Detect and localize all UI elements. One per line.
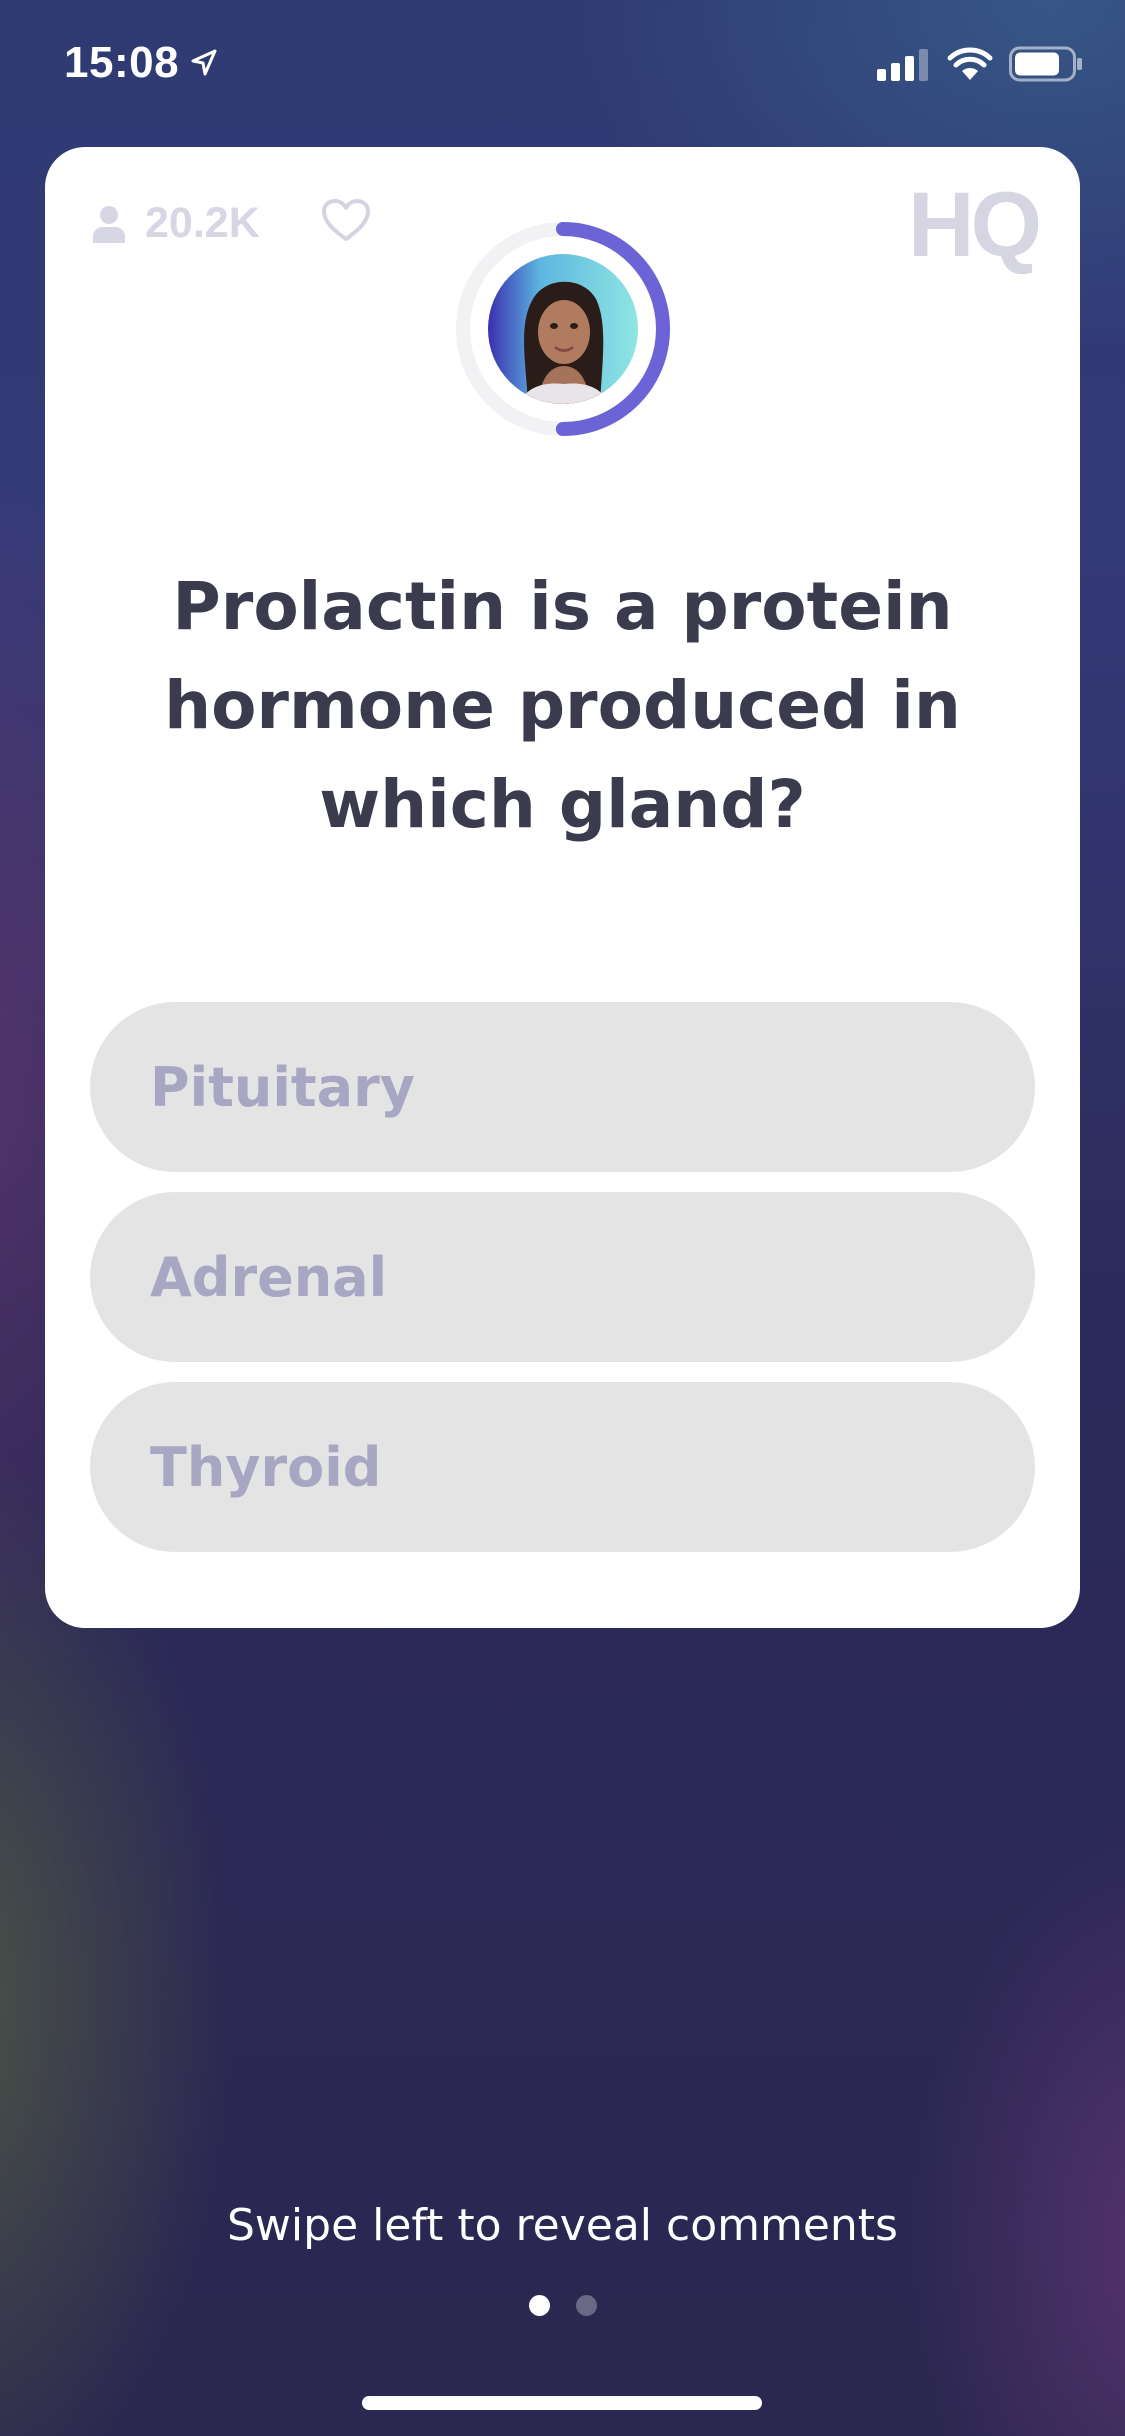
- answer-list: Pituitary Adrenal Thyroid: [90, 1002, 1035, 1572]
- answer-option-pituitary[interactable]: Pituitary: [90, 1002, 1035, 1172]
- page-dot-inactive: [575, 2295, 597, 2316]
- location-arrow-icon: [191, 49, 217, 76]
- swipe-hint: Swipe left to reveal comments: [227, 2200, 898, 2251]
- host-timer: [453, 219, 673, 439]
- battery-icon: [1009, 46, 1082, 82]
- home-indicator[interactable]: [362, 2396, 762, 2410]
- heart-icon[interactable]: [320, 197, 372, 243]
- question-text: Prolactin is a protein hormone produced …: [164, 568, 961, 843]
- host-avatar: [488, 254, 638, 404]
- answer-option-adrenal[interactable]: Adrenal: [90, 1192, 1035, 1362]
- page-dot-active: [528, 2295, 550, 2316]
- answer-option-thyroid[interactable]: Thyroid: [90, 1382, 1035, 1552]
- hq-logo: HQ: [908, 174, 1042, 276]
- status-bar: 15:08: [0, 0, 1125, 140]
- answer-label: Pituitary: [150, 1055, 415, 1119]
- answer-label: Thyroid: [150, 1435, 382, 1499]
- status-indicators: [877, 46, 1083, 82]
- status-time: 15:08: [64, 38, 180, 87]
- cellular-signal-icon: [877, 49, 928, 81]
- status-time-group: 15:08: [64, 38, 219, 88]
- answer-label: Adrenal: [150, 1245, 388, 1309]
- wifi-icon: [947, 47, 993, 80]
- viewer-count-label: 20.2K: [145, 199, 260, 247]
- viewer-count: 20.2K: [91, 199, 260, 248]
- page-indicator[interactable]: [0, 2295, 1125, 2316]
- question-card: 20.2K HQ Prolactin is a protein hormone …: [45, 147, 1080, 1628]
- person-icon: [93, 205, 125, 243]
